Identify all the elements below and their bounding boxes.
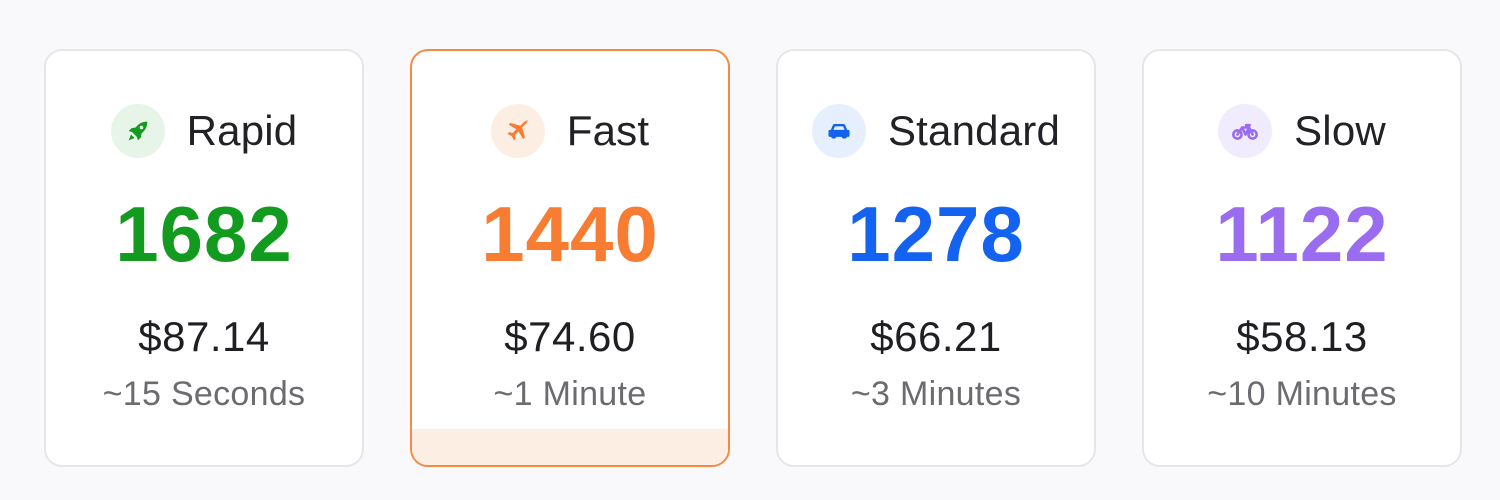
tier-label: Fast	[566, 107, 650, 154]
tier-header: Fast	[412, 103, 728, 159]
bicycle-icon	[1218, 104, 1273, 158]
tier-count: 1122	[1215, 190, 1389, 278]
tier-header: Rapid	[46, 103, 362, 159]
tier-price: $58.13	[1236, 313, 1368, 360]
tier-eta: ~1 Minute	[493, 375, 647, 413]
tier-card-rapid[interactable]: Rapid 1682 $87.14 ~15 Seconds	[44, 49, 364, 467]
tier-count: 1440	[481, 190, 659, 278]
speed-tier-selector: Rapid 1682 $87.14 ~15 Seconds Fast 1440 …	[44, 49, 1462, 467]
tier-count: 1278	[847, 190, 1025, 278]
tier-price: $66.21	[870, 313, 1002, 360]
tier-price: $87.14	[138, 313, 270, 360]
airplane-icon	[490, 104, 545, 158]
tier-label: Standard	[887, 107, 1061, 154]
tier-card-fast[interactable]: Fast 1440 $74.60 ~1 Minute	[410, 49, 730, 467]
tier-label: Rapid	[186, 107, 298, 154]
tier-card-slow[interactable]: Slow 1122 $58.13 ~10 Minutes	[1142, 49, 1462, 467]
tier-card-standard[interactable]: Standard 1278 $66.21 ~3 Minutes	[776, 49, 1096, 467]
tier-price: $74.60	[504, 313, 636, 360]
tier-eta: ~3 Minutes	[850, 375, 1022, 413]
tier-eta: ~15 Seconds	[102, 375, 306, 413]
tier-label: Slow	[1294, 107, 1386, 154]
tier-header: Slow	[1144, 103, 1460, 159]
tier-count: 1682	[115, 190, 293, 278]
car-icon	[811, 104, 866, 158]
tier-header: Standard	[778, 103, 1094, 159]
tier-eta: ~10 Minutes	[1207, 375, 1397, 413]
rocket-icon	[110, 104, 165, 158]
selected-highlight	[412, 429, 728, 465]
